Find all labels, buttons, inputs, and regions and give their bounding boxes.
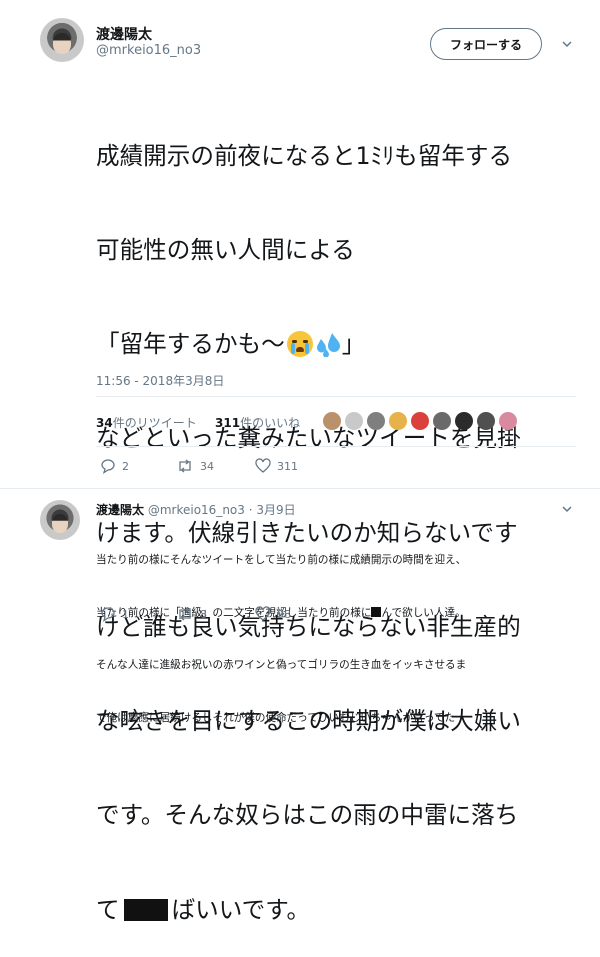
reply-date[interactable]: · 3月9日 xyxy=(249,503,296,517)
heart-icon xyxy=(255,606,271,621)
redaction-block xyxy=(371,606,382,617)
chevron-down-icon[interactable] xyxy=(560,36,574,50)
reply-header: 渡邊陽太 @mrkeio16_no3 · 3月9日 xyxy=(96,501,296,518)
liker-avatar[interactable] xyxy=(367,412,385,430)
liker-avatar[interactable] xyxy=(499,412,517,430)
like-stats-label: 件のいいね xyxy=(240,416,301,430)
reply-author-name[interactable]: 渡邊陽太 xyxy=(96,503,144,517)
tweet-line-start: て xyxy=(96,895,120,924)
liker-avatar[interactable] xyxy=(411,412,429,430)
reply-chevron-down-icon[interactable] xyxy=(560,501,574,515)
like-count: 98 xyxy=(277,607,291,621)
sweat-droplets-icon xyxy=(314,331,342,358)
author-avatar[interactable] xyxy=(40,18,84,62)
follow-button[interactable]: フォローする xyxy=(430,28,542,60)
author-handle[interactable]: @mrkeio16_no3 xyxy=(96,43,201,58)
like-stats[interactable]: 311件のいいね xyxy=(215,414,300,431)
retweet-count: 34 xyxy=(200,459,214,473)
crying-face-icon xyxy=(286,331,313,358)
reply-count: 1 xyxy=(122,607,129,621)
reply-author-avatar[interactable] xyxy=(40,500,80,540)
reply-line: で俺は慶應に居続けるしそれが僕の使命だってひいおじいちゃんが言ってた xyxy=(96,711,456,724)
reply-line: 当たり前の様にそんなツイートをして当たり前の様に成績開示の時間を迎え、 xyxy=(96,554,467,566)
tweet-line-start: 「留年するかも〜 xyxy=(96,330,285,359)
retweet-stats[interactable]: 34件のリツイート xyxy=(96,414,197,431)
reply-line: そんな人達に進級お祝いの赤ワインと偽ってゴリラの生き血をイッキさせるま xyxy=(96,659,467,671)
tweet-line-end: 」 xyxy=(341,330,366,359)
like-count: 311 xyxy=(277,459,298,473)
heart-icon xyxy=(255,458,271,473)
liker-avatar[interactable] xyxy=(477,412,495,430)
liker-avatar[interactable] xyxy=(389,412,407,430)
reply-line-end: んで欲しい人達。 xyxy=(381,606,466,619)
liker-avatar[interactable] xyxy=(323,412,341,430)
like-count: 311 xyxy=(215,416,241,430)
like-action[interactable]: 311 xyxy=(255,458,298,474)
tweet-line: 「留年するかも〜 」 xyxy=(96,329,521,360)
divider xyxy=(96,446,576,447)
tweet-line: 成績開示の前夜になると1ﾐﾘも留年する xyxy=(96,141,513,170)
follow-button-label: フォローする xyxy=(449,37,522,52)
tweet-line: て ばいいです。 xyxy=(96,895,521,926)
liker-avatar[interactable] xyxy=(433,412,451,430)
tweet-timestamp[interactable]: 11:56 - 2018年3月8日 xyxy=(96,372,224,389)
reply-icon xyxy=(101,459,115,474)
divider xyxy=(0,488,600,489)
divider xyxy=(96,396,576,397)
like-action[interactable]: 98 xyxy=(255,606,291,622)
retweet-count: 8 xyxy=(200,607,207,621)
reply-text: 当たり前の様にそんなツイートをして当たり前の様に成績開示の時間を迎え、 当たり前… xyxy=(96,517,466,745)
retweet-count: 34 xyxy=(96,416,113,430)
retweet-icon xyxy=(179,459,191,473)
author-name[interactable]: 渡邊陽太 xyxy=(96,24,152,44)
liker-avatar[interactable] xyxy=(345,412,363,430)
tweet-line: 可能性の無い人間による xyxy=(96,236,355,265)
tweet-line-end: ばいいです。 xyxy=(171,895,311,924)
liker-avatar[interactable] xyxy=(455,412,473,430)
reply-icon xyxy=(101,607,115,622)
reply-line-start: 当たり前の様に「進級」の二文字を視認し当たり前の様に xyxy=(96,606,372,619)
retweet-action[interactable]: 34 xyxy=(176,458,214,474)
redaction-block xyxy=(123,898,168,921)
liker-avatars xyxy=(323,412,553,432)
reply-action[interactable]: 1 xyxy=(100,606,129,622)
tweet-line: です。そんな奴らはこの雨の中雷に落ち xyxy=(96,801,519,830)
retweet-icon xyxy=(179,607,191,621)
reply-author-handle[interactable]: @mrkeio16_no3 xyxy=(148,503,245,517)
reply-count: 2 xyxy=(122,459,129,473)
retweet-action[interactable]: 8 xyxy=(176,606,207,622)
reply-action[interactable]: 2 xyxy=(100,458,129,474)
retweet-stats-label: 件のリツイート xyxy=(112,416,197,430)
